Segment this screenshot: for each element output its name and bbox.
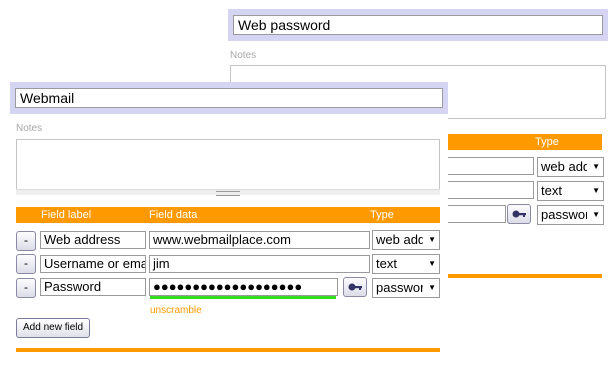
notes-resize-handle[interactable] xyxy=(16,189,440,196)
field-label-input[interactable]: Username or email xyxy=(40,255,146,273)
footer-bar xyxy=(16,348,440,352)
notes-label: Notes xyxy=(230,50,257,61)
title-input[interactable]: Web password xyxy=(233,15,603,35)
field-label-header: Field label xyxy=(41,209,92,221)
field-data-input[interactable]: jim xyxy=(149,255,370,273)
type-select[interactable]: text ▼ xyxy=(372,254,440,274)
type-header: Type xyxy=(535,136,559,148)
field-data-input[interactable] xyxy=(444,157,534,175)
type-header: Type xyxy=(370,209,394,221)
type-select[interactable]: text ▼ xyxy=(537,181,604,201)
remove-field-button[interactable]: - xyxy=(16,254,36,274)
field-label-input[interactable]: Web address xyxy=(40,231,146,249)
field-data-input[interactable] xyxy=(444,181,534,199)
remove-field-button[interactable]: - xyxy=(16,231,36,251)
notes-label: Notes xyxy=(16,123,43,134)
fields-header: Field label Field data Type xyxy=(16,207,440,223)
type-select[interactable]: password▼ xyxy=(372,278,440,298)
field-data-header: Field data xyxy=(149,209,198,221)
field-data-input[interactable]: www.webmailplace.com xyxy=(149,231,370,249)
field-label-input[interactable]: Password xyxy=(40,278,146,296)
add-new-field-button[interactable]: Add new field xyxy=(16,318,91,338)
password-input[interactable] xyxy=(444,205,506,223)
password-strength-bar xyxy=(150,296,336,299)
front-password-card: Webmail Notes Field label Field data Typ… xyxy=(10,82,448,362)
type-select[interactable]: web address▼ xyxy=(372,230,440,250)
key-icon[interactable] xyxy=(507,204,531,224)
key-icon[interactable] xyxy=(343,277,367,297)
type-select[interactable]: web address▼ xyxy=(537,157,604,177)
notes-textarea[interactable] xyxy=(16,139,440,191)
title-band: Webmail xyxy=(10,82,448,114)
fields-header: Type xyxy=(444,134,602,150)
title-input[interactable]: Webmail xyxy=(15,88,443,108)
footer-bar xyxy=(444,274,602,278)
title-band: Web password xyxy=(228,9,608,41)
unscramble-link[interactable]: unscramble xyxy=(150,305,202,316)
type-select[interactable]: password▼ xyxy=(537,205,604,225)
password-input[interactable]: ●●●●●●●●●●●●●●●●●●● xyxy=(149,278,338,296)
remove-field-button[interactable]: - xyxy=(16,278,36,298)
